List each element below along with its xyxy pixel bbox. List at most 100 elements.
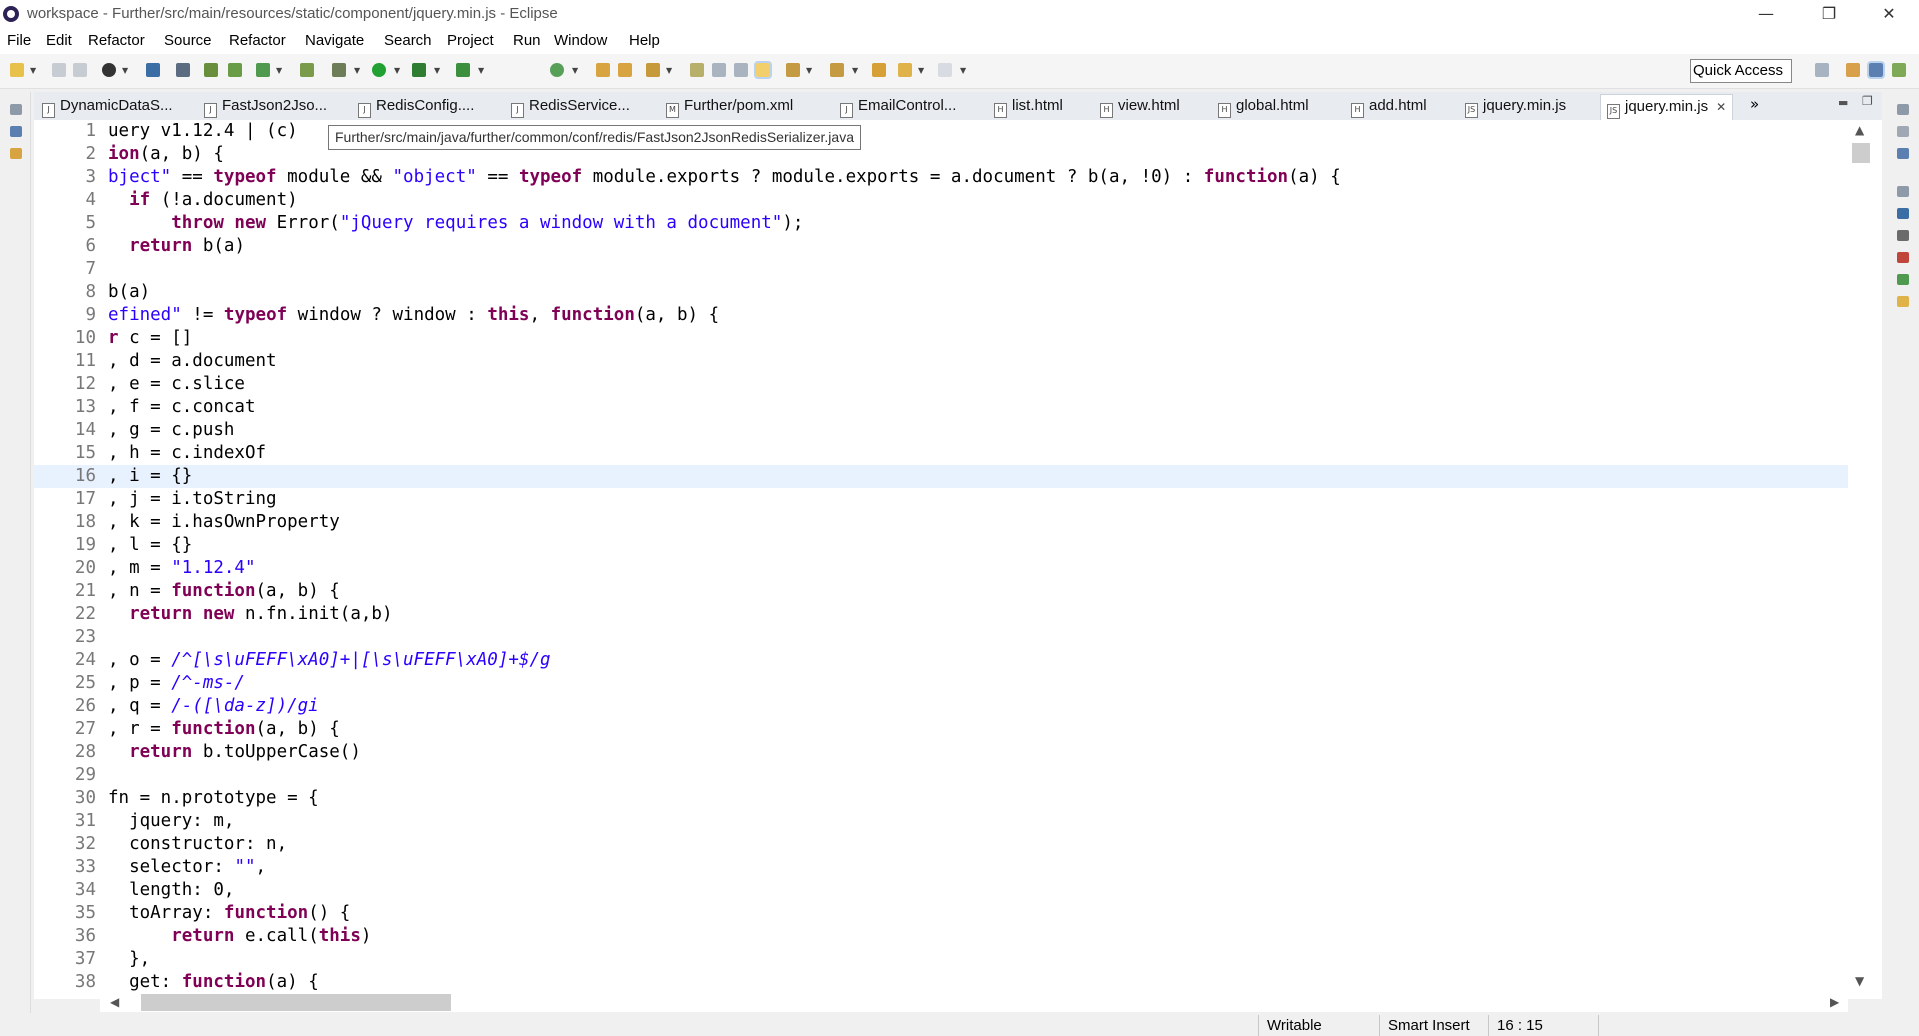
status-insert-mode[interactable]: Smart Insert (1379, 1015, 1488, 1036)
next-annotation-dropdown-icon[interactable]: ▼ (806, 66, 812, 75)
java-ee-perspective-icon[interactable] (1846, 63, 1860, 77)
menu-run[interactable]: Run (513, 32, 541, 49)
tab-jquery-min-js-active[interactable]: JS jquery.min.js ✕ (1600, 94, 1734, 120)
vertical-scrollbar[interactable] (1848, 120, 1882, 999)
menu-file[interactable]: File (7, 32, 31, 49)
tab-emailcontroller[interactable]: J EmailControl... (840, 94, 956, 119)
menu-window[interactable]: Window (554, 32, 607, 49)
vertical-scroll-thumb[interactable] (1852, 143, 1870, 163)
quick-access-input[interactable]: Quick Access (1690, 59, 1792, 83)
menu-edit[interactable]: Edit (46, 32, 72, 49)
code-line[interactable]: 26 , q = /-([\da-z])/gi (34, 695, 1848, 718)
task-icon[interactable] (256, 63, 270, 77)
profile-icon[interactable] (102, 63, 116, 77)
code-line[interactable]: 22 return new n.fn.init(a,b) (34, 603, 1848, 626)
new-java-class-icon[interactable] (550, 63, 564, 77)
last-edit-location-icon[interactable] (872, 63, 886, 77)
previous-annotation-dropdown-icon[interactable]: ▼ (852, 66, 858, 75)
debug-icon[interactable] (332, 63, 346, 77)
tab-redisconfig[interactable]: J RedisConfig.... (358, 94, 474, 119)
code-line[interactable]: 31 jquery: m, (34, 810, 1848, 833)
code-line[interactable]: 25 , p = /^-ms-/ (34, 672, 1848, 695)
code-line[interactable]: 19 , l = {} (34, 534, 1848, 557)
open-task-icon[interactable] (618, 63, 632, 77)
code-line[interactable]: 17 , j = i.toString (34, 488, 1848, 511)
tab-redisservice[interactable]: J RedisService... (511, 94, 630, 119)
tab-global-html[interactable]: Hglobal.html (1218, 94, 1309, 119)
close-button[interactable]: ✕ (1866, 0, 1912, 30)
code-line[interactable]: 35 toArray: function() { (34, 902, 1848, 925)
servers-icon[interactable] (1897, 230, 1909, 241)
code-line[interactable]: 14 , g = c.push (34, 419, 1848, 442)
scroll-right-icon[interactable]: ▶ (1830, 995, 1839, 1009)
toggle-highlight-icon[interactable] (754, 61, 772, 79)
toggle-word-wrap-icon[interactable] (712, 63, 726, 77)
tab-overflow-button[interactable]: » (1750, 95, 1759, 113)
back-icon[interactable] (898, 63, 912, 77)
java-perspective-icon[interactable] (1867, 61, 1885, 79)
tab-dynamicdatasource[interactable]: J DynamicDataS... (42, 94, 173, 119)
code-line[interactable]: 28 return b.toUpperCase() (34, 741, 1848, 764)
forward-dropdown-icon[interactable]: ▼ (960, 66, 966, 75)
next-annotation-icon[interactable] (786, 63, 800, 77)
scroll-up-icon[interactable]: ▲ (1855, 123, 1864, 137)
forward-icon[interactable] (938, 63, 952, 77)
code-line[interactable]: 6 return b(a) (34, 235, 1848, 258)
code-line[interactable]: 16 , i = {} (34, 465, 1848, 488)
tab-fastjson2json[interactable]: J FastJson2Jso... (204, 94, 327, 119)
open-type-icon[interactable] (596, 63, 610, 77)
code-line[interactable]: 27 , r = function(a, b) { (34, 718, 1848, 741)
terminal-icon[interactable] (146, 63, 160, 77)
project-explorer-icon[interactable] (10, 148, 22, 159)
code-line[interactable]: 20 , m = "1.12.4" (34, 557, 1848, 580)
minimize-editor-icon[interactable]: ▬ (1838, 96, 1848, 109)
save-icon[interactable] (52, 63, 66, 77)
restore-outline-icon[interactable] (1897, 104, 1909, 115)
tab-add-html[interactable]: Hadd.html (1351, 94, 1427, 119)
code-line[interactable]: 5 throw new Error("jQuery requires a win… (34, 212, 1848, 235)
coverage-icon[interactable] (412, 63, 426, 77)
code-line[interactable]: 13 , f = c.concat (34, 396, 1848, 419)
code-line[interactable]: 23 (34, 626, 1848, 649)
code-line[interactable]: 33 selector: "", (34, 856, 1848, 879)
save-all-icon[interactable] (73, 63, 87, 77)
restore-button[interactable]: ❐ (1806, 0, 1852, 30)
task-dropdown-icon[interactable]: ▼ (276, 66, 282, 75)
menu-project[interactable]: Project (447, 32, 494, 49)
debug-dropdown-icon[interactable]: ▼ (354, 66, 360, 75)
code-line[interactable]: 15 , h = c.indexOf (34, 442, 1848, 465)
code-line[interactable]: 8 b(a) (34, 281, 1848, 304)
progress-icon[interactable] (1897, 274, 1909, 285)
show-whitespace-icon[interactable] (734, 63, 748, 77)
menu-refactor-2[interactable]: Refactor (229, 32, 286, 49)
previous-annotation-icon[interactable] (830, 63, 844, 77)
build-icon[interactable] (204, 63, 218, 77)
code-line[interactable]: 36 return e.call(this) (34, 925, 1848, 948)
new-dropdown-icon[interactable]: ▼ (30, 66, 36, 75)
tab-view-html[interactable]: Hview.html (1100, 94, 1180, 119)
horizontal-scroll-thumb[interactable] (141, 994, 451, 1011)
search-view-icon[interactable] (1897, 296, 1909, 307)
profile-dropdown-icon[interactable]: ▼ (122, 66, 128, 75)
run-last-tool-icon[interactable] (456, 63, 470, 77)
code-line[interactable]: 18 , k = i.hasOwnProperty (34, 511, 1848, 534)
close-tab-icon[interactable]: ✕ (1716, 100, 1726, 114)
toggle-mark-occurrences-icon[interactable] (690, 63, 704, 77)
outline-icon[interactable] (1897, 148, 1909, 159)
code-line[interactable]: 7 (34, 258, 1848, 281)
code-line[interactable]: 37 }, (34, 948, 1848, 971)
menu-refactor-1[interactable]: Refactor (88, 32, 145, 49)
tab-list-html[interactable]: Hlist.html (994, 94, 1063, 119)
coverage-dropdown-icon[interactable]: ▼ (434, 66, 440, 75)
code-line[interactable]: 29 (34, 764, 1848, 787)
restore-view-icon[interactable] (10, 104, 22, 115)
code-line[interactable]: 38 get: function(a) { (34, 971, 1848, 994)
server-icon[interactable] (228, 63, 242, 77)
scroll-down-icon[interactable]: ▼ (1855, 974, 1864, 988)
menu-navigate[interactable]: Navigate (305, 32, 364, 49)
code-line[interactable]: 9 efined" != typeof window ? window : thi… (34, 304, 1848, 327)
code-line[interactable]: 12 , e = c.slice (34, 373, 1848, 396)
code-line[interactable]: 34 length: 0, (34, 879, 1848, 902)
problems-icon[interactable] (1897, 252, 1909, 263)
menu-source[interactable]: Source (164, 32, 212, 49)
